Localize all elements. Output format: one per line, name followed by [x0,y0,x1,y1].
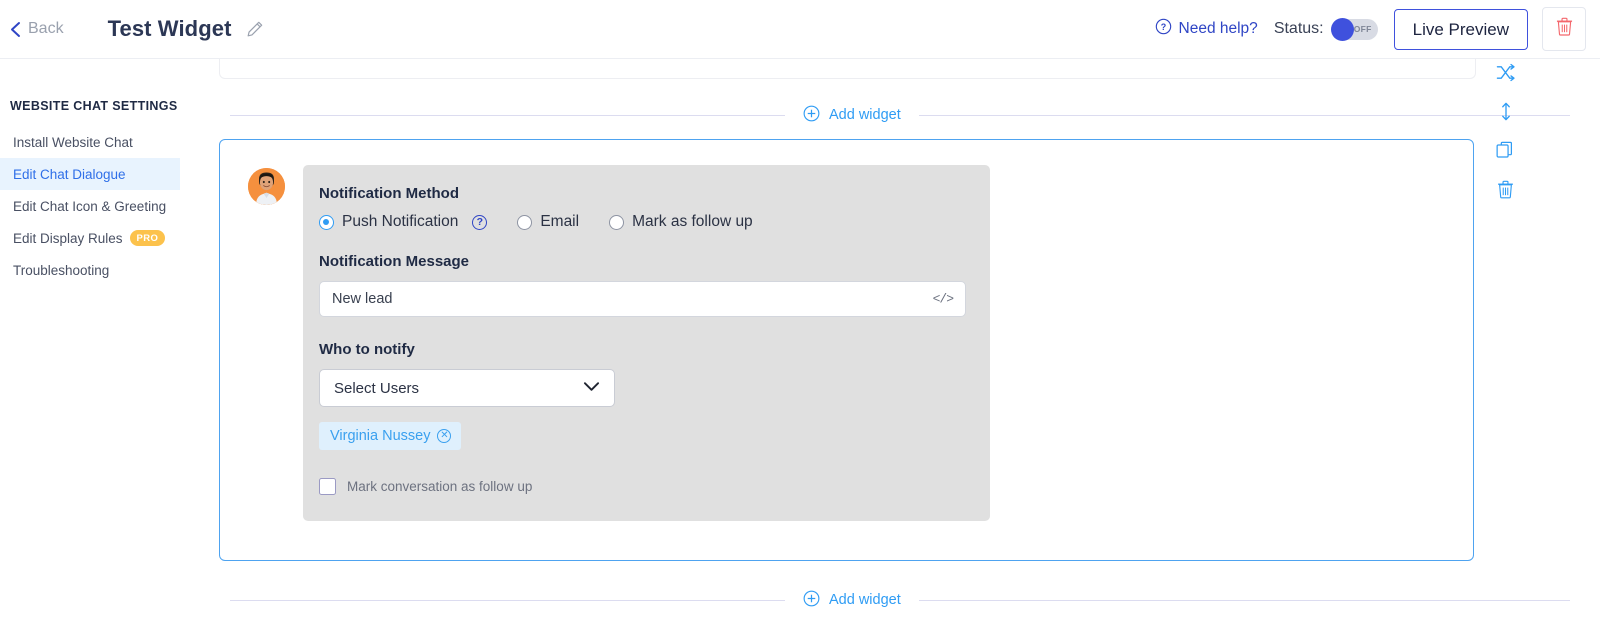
user-chip-label: Virginia Nussey [330,428,431,444]
sidebar-item-troubleshooting[interactable]: Troubleshooting [0,254,180,286]
user-avatar [248,168,285,205]
radio-button[interactable] [319,214,334,230]
pencil-icon[interactable] [246,20,264,38]
x-circle-icon[interactable]: ✕ [437,429,452,443]
select-users-dropdown[interactable]: Select Users [319,369,615,407]
widget-card[interactable]: Notification Method Push Notification ? … [219,139,1474,561]
chevron-left-icon [10,21,21,38]
previous-widget-card-partial [219,59,1476,79]
select-users-value: Select Users [334,379,420,397]
sidebar-item-list: Install Website Chat Edit Chat Dialogue … [0,126,180,286]
sidebar-item-label: Edit Display Rules [13,230,123,246]
plus-circle-icon [803,105,820,126]
widget-canvas: Add widget Notification Method Push Noti… [180,59,1600,633]
status-toggle[interactable]: OFF [1331,18,1378,40]
divider-line-right [918,114,1570,116]
copy-icon[interactable] [1496,141,1515,160]
divider-line-right [918,599,1570,601]
back-button[interactable]: Back [10,20,64,38]
radio-option-email[interactable]: Email [517,213,579,231]
radio-option-mark-as-follow-up[interactable]: Mark as follow up [609,213,753,231]
push-notification-help-icon[interactable]: ? [472,214,488,230]
sidebar-heading: WEBSITE CHAT SETTINGS [10,99,178,113]
status-control: Status: OFF [1273,18,1378,40]
delete-widget-button[interactable] [1542,7,1586,51]
notification-message-input[interactable]: New lead </> [319,281,966,317]
sidebar-item-edit-chat-dialogue[interactable]: Edit Chat Dialogue [0,158,180,190]
widget-card-content: Notification Method Push Notification ? … [220,140,1473,521]
notification-settings-panel: Notification Method Push Notification ? … [303,165,990,521]
widget-tool-rail [1496,63,1515,199]
pro-badge: PRO [129,230,166,246]
sidebar-item-label: Edit Chat Icon & Greeting [13,198,167,214]
add-widget-row-top: Add widget [230,105,1570,125]
notification-message-value: New lead [332,291,393,307]
svg-text:?: ? [1160,22,1165,32]
add-widget-button-top[interactable]: Add widget [785,105,919,126]
need-help-label: Need help? [1178,20,1258,37]
radio-button[interactable] [517,214,533,230]
sidebar-item-label: Troubleshooting [13,262,110,278]
notification-method-label: Notification Method [319,185,459,202]
sidebar-item-label: Install Website Chat [13,134,133,150]
mark-follow-up-checkbox[interactable] [319,478,336,495]
topbar-actions: ? Need help? Status: OFF Live Preview [1155,7,1586,51]
radio-button[interactable] [609,214,625,230]
plus-circle-icon [803,590,820,611]
sidebar: WEBSITE CHAT SETTINGS Install Website Ch… [0,59,180,633]
radio-option-push-notification[interactable]: Push Notification ? [319,213,488,231]
back-label: Back [28,20,64,37]
status-toggle-state: OFF [1353,24,1372,34]
code-icon[interactable]: </> [933,292,954,307]
trash-icon[interactable] [1497,180,1514,199]
toggle-knob [1331,18,1353,40]
radio-label: Email [540,213,580,230]
live-preview-button[interactable]: Live Preview [1393,8,1528,50]
move-vertical-icon[interactable] [1499,102,1513,121]
radio-label: Mark as follow up [632,213,753,230]
trash-icon [1556,17,1573,41]
mark-follow-up-label: Mark conversation as follow up [347,479,533,494]
divider-line-left [230,114,785,116]
add-widget-label: Add widget [829,592,901,608]
who-to-notify-label: Who to notify [319,341,415,358]
mark-follow-up-checkbox-row[interactable]: Mark conversation as follow up [319,478,966,495]
question-circle-icon: ? [1155,18,1172,40]
notification-method-radio-group: Push Notification ? Email Mark as follow… [319,213,966,231]
sidebar-item-edit-chat-icon-greeting[interactable]: Edit Chat Icon & Greeting [0,190,180,222]
selected-users-chip-list: Virginia Nussey ✕ [319,422,966,450]
radio-label: Push Notification [342,213,459,230]
status-label: Status: [1273,20,1324,37]
add-widget-button-bottom[interactable]: Add widget [785,590,919,611]
add-widget-label: Add widget [829,107,901,123]
sidebar-item-install-website-chat[interactable]: Install Website Chat [0,126,180,158]
add-widget-row-bottom: Add widget [230,590,1570,610]
user-chip[interactable]: Virginia Nussey ✕ [319,422,462,450]
need-help-button[interactable]: ? Need help? [1155,18,1258,40]
shuffle-icon[interactable] [1496,63,1515,82]
sidebar-item-label: Edit Chat Dialogue [13,166,126,182]
chevron-down-icon [583,379,600,397]
divider-line-left [230,599,785,601]
page-title: Test Widget [107,16,232,41]
sidebar-item-edit-display-rules[interactable]: Edit Display Rules PRO [0,222,180,254]
top-bar: Back Test Widget ? Need help? Status: OF… [0,0,1600,59]
notification-message-label: Notification Message [319,253,470,270]
